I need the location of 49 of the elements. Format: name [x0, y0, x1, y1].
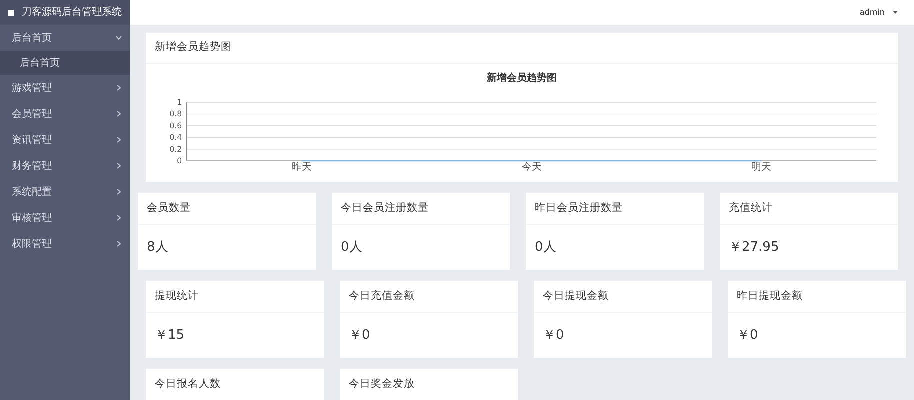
- sidebar-item[interactable]: 资讯管理: [0, 127, 130, 153]
- sidebar-item[interactable]: 系统配置: [0, 179, 130, 205]
- menu-label: 审核管理: [12, 212, 52, 226]
- stat-title: 会员数量: [138, 193, 316, 225]
- stat-title: 昨日会员注册数量: [526, 193, 704, 225]
- stat-title: 今日充值金额: [340, 281, 518, 313]
- menu-label: 财务管理: [12, 160, 52, 174]
- sidebar-item[interactable]: 权限管理: [0, 231, 130, 257]
- chart-title: 新增会员趋势图: [487, 73, 557, 84]
- y-tick-label: 0.8: [170, 110, 182, 119]
- stat-title: 今日会员注册数量: [332, 193, 510, 225]
- stat-value: 0人: [340, 238, 364, 257]
- stat-title: 今日报名人数: [146, 369, 324, 400]
- x-tick-label: 今天: [522, 162, 542, 173]
- menu-label: 系统配置: [12, 186, 52, 200]
- stat-title: 今日提现金额: [534, 281, 712, 313]
- y-tick-label: 0.2: [170, 144, 182, 154]
- y-tick-label: 0.4: [170, 133, 182, 142]
- stat-title: 充值统计: [720, 193, 898, 225]
- menu-label: 游戏管理: [12, 82, 52, 96]
- stat-value: ￥27.95: [728, 238, 780, 257]
- menu-label: 后台首页: [12, 32, 52, 46]
- menu-label: 权限管理: [12, 238, 52, 252]
- menu-label: 资讯管理: [12, 134, 52, 148]
- y-tick-label: 1: [177, 98, 182, 107]
- stat-value: ￥15: [154, 326, 186, 345]
- stat-title: 提现统计: [146, 281, 324, 313]
- x-tick-label: 明天: [752, 162, 772, 173]
- sidebar-item[interactable]: 会员管理: [0, 101, 130, 127]
- stat-title: 今日奖金发放: [340, 369, 518, 400]
- card-title: 新增会员趋势图: [146, 33, 898, 64]
- y-tick-label: 0.6: [170, 121, 182, 130]
- user-name: admin: [860, 6, 885, 18]
- stat-title: 昨日提现金额: [728, 281, 906, 313]
- stat-value: ￥0: [348, 326, 372, 345]
- brand-title: 刀客源码后台管理系统: [22, 6, 122, 20]
- submenu-item[interactable]: 后台首页: [0, 51, 130, 75]
- x-tick-label: 昨天: [292, 162, 312, 173]
- sidebar-item[interactable]: 审核管理: [0, 205, 130, 231]
- user-menu[interactable]: admin: [860, 6, 898, 18]
- sidebar-item[interactable]: 游戏管理: [0, 75, 130, 101]
- stat-value: 8人: [146, 238, 170, 257]
- stat-value: 0人: [534, 238, 558, 257]
- y-tick-label: 0: [177, 156, 182, 166]
- sidebar-item[interactable]: 财务管理: [0, 153, 130, 179]
- stat-value: ￥0: [736, 326, 760, 345]
- menu-label: 会员管理: [12, 108, 52, 122]
- stat-value: ￥0: [542, 326, 566, 345]
- sidebar-item[interactable]: 后台首页: [0, 25, 130, 51]
